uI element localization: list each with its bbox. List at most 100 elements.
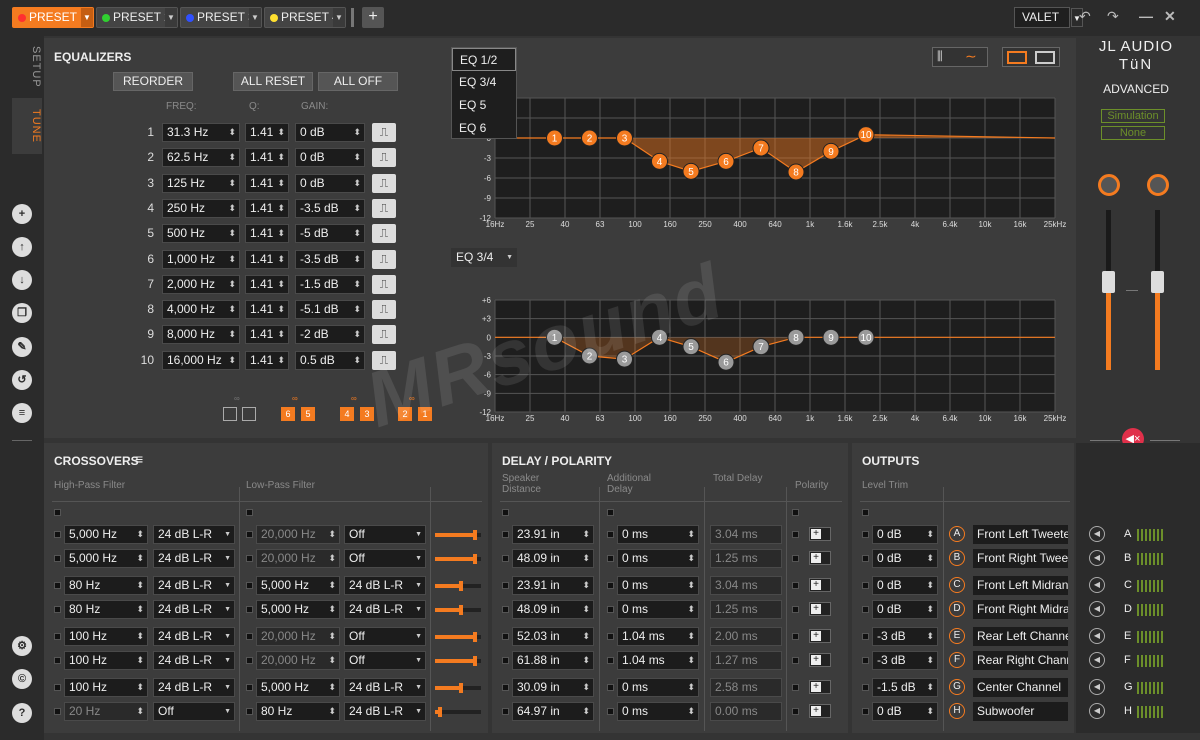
eq-link-box[interactable] xyxy=(242,407,256,421)
stepper-icon[interactable]: ⬍ xyxy=(582,577,590,594)
output-channel-name[interactable]: Rear Left Channel xyxy=(973,627,1068,646)
all-reset-button[interactable]: ALL RESET xyxy=(233,72,313,91)
additional-delay-checkbox[interactable] xyxy=(607,606,614,613)
polarity-toggle[interactable]: + xyxy=(809,704,831,718)
eq-q-input[interactable]: 1.41 ⬍ xyxy=(245,249,289,269)
speaker-icon[interactable]: ◀ xyxy=(1089,628,1105,644)
stepper-icon[interactable]: ⬍ xyxy=(328,679,336,696)
polarity-checkbox[interactable] xyxy=(792,555,799,562)
stepper-icon[interactable]: ⬍ xyxy=(228,175,236,192)
stepper-icon[interactable]: ⬍ xyxy=(228,326,236,343)
crossover-slider[interactable] xyxy=(435,581,481,591)
lpf-slope-select[interactable]: Off ▼ xyxy=(344,651,426,670)
stepper-icon[interactable]: ⬍ xyxy=(136,577,144,594)
hpf-slope-select[interactable]: 24 dB L-R ▼ xyxy=(153,651,235,670)
stepper-icon[interactable]: ⬍ xyxy=(277,149,285,166)
lpf-checkbox[interactable] xyxy=(246,708,253,715)
split-view-icon[interactable] xyxy=(1007,51,1027,64)
stepper-icon[interactable]: ⬍ xyxy=(277,301,285,318)
polarity-toggle[interactable]: + xyxy=(809,551,831,565)
lpf-checkbox[interactable] xyxy=(246,633,253,640)
eq-gain-input[interactable]: 0 dB ⬍ xyxy=(295,123,365,142)
eq-menu-item[interactable]: EQ 3/4 xyxy=(452,71,516,94)
all-checkbox[interactable] xyxy=(54,509,61,516)
stepper-icon[interactable]: ⬍ xyxy=(328,526,336,543)
all-checkbox[interactable] xyxy=(502,509,509,516)
filter-type-icon[interactable]: ⎍ xyxy=(372,123,396,142)
eq-freq-input[interactable]: 8,000 Hz ⬍ xyxy=(162,325,240,345)
lpf-freq-input[interactable]: 20,000 Hz ⬍ xyxy=(256,627,340,646)
stepper-icon[interactable]: ⬍ xyxy=(136,679,144,696)
stepper-icon[interactable]: ⬍ xyxy=(228,352,236,369)
crossover-slider-handle[interactable] xyxy=(473,530,477,540)
right-slider-handle[interactable] xyxy=(1151,271,1164,293)
lpf-freq-input[interactable]: 5,000 Hz ⬍ xyxy=(256,678,340,697)
crossover-slider-handle[interactable] xyxy=(459,605,463,615)
stepper-icon[interactable]: ⬍ xyxy=(277,225,285,242)
stepper-icon[interactable]: ⬍ xyxy=(926,550,934,567)
stepper-icon[interactable]: ⬍ xyxy=(136,703,144,720)
reorder-button[interactable]: REORDER xyxy=(113,72,193,91)
lpf-freq-input[interactable]: 5,000 Hz ⬍ xyxy=(256,576,340,595)
hpf-slope-select[interactable]: 24 dB L-R ▼ xyxy=(153,525,235,544)
eq-freq-input[interactable]: 125 Hz ⬍ xyxy=(162,173,240,193)
lpf-slope-select[interactable]: Off ▼ xyxy=(344,549,426,568)
eq-q-input[interactable]: 1.41 ⬍ xyxy=(245,198,289,218)
level-trim-input[interactable]: -3 dB ⬍ xyxy=(872,627,938,646)
stepper-icon[interactable]: ⬍ xyxy=(328,577,336,594)
crossover-slider-handle[interactable] xyxy=(459,683,463,693)
eq-freq-input[interactable]: 31.3 Hz ⬍ xyxy=(162,123,240,142)
eq-q-input[interactable]: 1.41 ⬍ xyxy=(245,123,289,142)
chevron-down-icon[interactable]: ▼ xyxy=(333,8,345,27)
level-trim-input[interactable]: 0 dB ⬍ xyxy=(872,549,938,568)
eq-q-input[interactable]: 1.41 ⬍ xyxy=(245,325,289,345)
stepper-icon[interactable]: ⬍ xyxy=(687,628,695,645)
polarity-checkbox[interactable] xyxy=(792,633,799,640)
additional-delay-checkbox[interactable] xyxy=(607,708,614,715)
speaker-icon[interactable]: ◀ xyxy=(1089,550,1105,566)
preset-tab-2[interactable]: PRESET 2 ▼ xyxy=(96,7,178,28)
hpf-slope-select[interactable]: 24 dB L-R ▼ xyxy=(153,600,235,619)
delay-checkbox[interactable] xyxy=(502,657,509,664)
crossover-slider[interactable] xyxy=(435,683,481,693)
valet-select[interactable]: VALET ▼ xyxy=(1014,7,1083,28)
hpf-slope-select[interactable]: 24 dB L-R ▼ xyxy=(153,678,235,697)
stepper-icon[interactable]: ⬍ xyxy=(582,628,590,645)
output-channel-name[interactable]: Subwoofer xyxy=(973,702,1068,721)
upload-icon[interactable]: ↑ xyxy=(12,237,32,257)
stepper-icon[interactable]: ⬍ xyxy=(687,652,695,669)
copyright-icon[interactable]: © xyxy=(12,669,32,689)
output-checkbox[interactable] xyxy=(862,684,869,691)
stepper-icon[interactable]: ⬍ xyxy=(136,550,144,567)
stepper-icon[interactable]: ⬍ xyxy=(277,200,285,217)
stepper-icon[interactable]: ⬍ xyxy=(277,251,285,268)
speaker-icon[interactable]: ◀ xyxy=(1089,577,1105,593)
hpf-freq-input[interactable]: 5,000 Hz ⬍ xyxy=(64,549,148,568)
crossover-slider-handle[interactable] xyxy=(473,656,477,666)
help-icon[interactable]: ? xyxy=(12,703,32,723)
crossover-slider-handle[interactable] xyxy=(473,554,477,564)
stepper-icon[interactable]: ⬍ xyxy=(926,577,934,594)
crossover-slider[interactable] xyxy=(435,605,481,615)
gear-icon[interactable]: ⚙ xyxy=(12,636,32,656)
preset-tab-3[interactable]: PRESET 3 ▼ xyxy=(180,7,262,28)
stepper-icon[interactable]: ⬍ xyxy=(136,628,144,645)
output-checkbox[interactable] xyxy=(862,708,869,715)
delay-checkbox[interactable] xyxy=(502,633,509,640)
stepper-icon[interactable]: ⬍ xyxy=(353,124,361,141)
crossover-slider-handle[interactable] xyxy=(473,632,477,642)
eq-gain-input[interactable]: -1.5 dB ⬍ xyxy=(295,274,365,294)
eq-gain-input[interactable]: 0 dB ⬍ xyxy=(295,148,365,168)
polarity-checkbox[interactable] xyxy=(792,657,799,664)
delay-checkbox[interactable] xyxy=(502,684,509,691)
link-icon[interactable]: ∞ xyxy=(292,394,298,403)
curve-icon[interactable]: ∼ xyxy=(965,48,977,65)
hpf-slope-select[interactable]: Off ▼ xyxy=(153,702,235,721)
stepper-icon[interactable]: ⬍ xyxy=(687,577,695,594)
hpf-checkbox[interactable] xyxy=(54,684,61,691)
list-icon[interactable]: ≡ xyxy=(12,403,32,423)
stepper-icon[interactable]: ⬍ xyxy=(277,326,285,343)
stepper-icon[interactable]: ⬍ xyxy=(277,276,285,293)
lpf-freq-input[interactable]: 5,000 Hz ⬍ xyxy=(256,600,340,619)
additional-delay-checkbox[interactable] xyxy=(607,684,614,691)
